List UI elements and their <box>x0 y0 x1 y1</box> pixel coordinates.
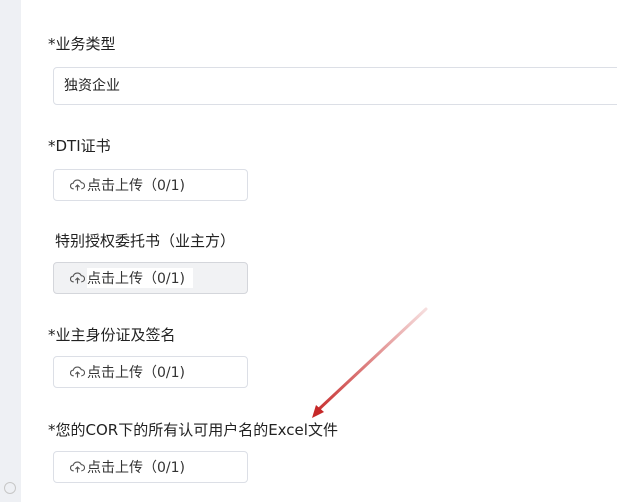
watermark <box>4 482 16 494</box>
red-arrow-annotation <box>312 307 428 418</box>
watermark-logo-icon <box>4 482 16 494</box>
